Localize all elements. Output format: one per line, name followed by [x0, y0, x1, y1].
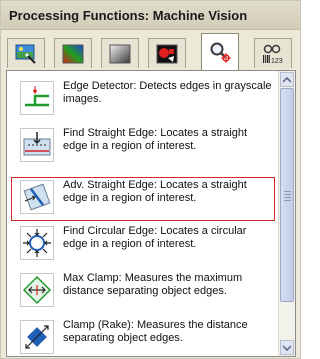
- find-circular-edge-icon: [20, 226, 54, 260]
- magnifier-measure-icon: [210, 42, 231, 63]
- max-clamp-icon: [20, 273, 54, 307]
- tab-image-processing[interactable]: [7, 38, 45, 68]
- adv-straight-edge-icon: [20, 180, 54, 214]
- tab-machine-vision[interactable]: [201, 33, 239, 70]
- scroll-grip: [284, 200, 291, 201]
- item-description: Clamp (Rake): Measures the distance sepa…: [63, 319, 248, 344]
- clamp-rake-icon: [20, 320, 54, 354]
- scroll-grip: [284, 191, 291, 192]
- scroll-down-button[interactable]: [280, 340, 294, 355]
- tab-color[interactable]: [54, 38, 92, 68]
- grayscale-gradient-icon: [109, 44, 131, 63]
- item-description: Edge Detector: Detects edges in grayscal…: [63, 80, 272, 105]
- identification-barcode-icon: 123: [263, 44, 283, 65]
- list-item-clamp-rake[interactable]: Clamp (Rake): Measures the distance sepa…: [11, 317, 275, 356]
- panel-title-bar: Processing Functions: Machine Vision: [1, 1, 300, 30]
- function-list: Edge Detector: Detects edges in grayscal…: [6, 70, 296, 357]
- item-description: Find Circular Edge: Locates a circular e…: [63, 225, 247, 250]
- tab-grayscale[interactable]: [101, 38, 139, 68]
- barcode-digits: 123: [271, 58, 283, 65]
- chevron-up-icon: [283, 76, 291, 83]
- color-gradient-icon: [62, 44, 84, 63]
- edge-detector-icon: [20, 81, 54, 115]
- chevron-down-icon: [283, 344, 291, 351]
- list-item-find-circular-edge[interactable]: Find Circular Edge: Locates a circular e…: [11, 223, 275, 267]
- item-description: Adv. Straight Edge: Locates a straight e…: [63, 179, 247, 204]
- list-item-adv-straight-edge[interactable]: Adv. Straight Edge: Locates a straight e…: [11, 177, 275, 221]
- item-description: Find Straight Edge: Locates a straight e…: [63, 127, 248, 152]
- tab-binary[interactable]: [148, 38, 186, 68]
- panel-title: Processing Functions: Machine Vision: [9, 8, 248, 23]
- image-wand-icon: [15, 44, 36, 64]
- scroll-up-button[interactable]: [280, 72, 294, 87]
- scroll-grip: [284, 197, 291, 198]
- find-straight-edge-icon: [20, 128, 54, 162]
- list-item-edge-detector[interactable]: Edge Detector: Detects edges in grayscal…: [11, 78, 275, 122]
- vertical-scrollbar[interactable]: [278, 71, 295, 356]
- function-category-tabs: 123: [1, 30, 300, 70]
- scroll-grip: [284, 194, 291, 195]
- tab-identification[interactable]: 123: [254, 38, 292, 68]
- scroll-thumb[interactable]: [280, 88, 294, 302]
- particle-analysis-icon: [156, 44, 178, 63]
- list-item-max-clamp[interactable]: Max Clamp: Measures the maximum distance…: [11, 270, 275, 314]
- item-description: Max Clamp: Measures the maximum distance…: [63, 272, 243, 297]
- processing-functions-panel: Processing Functions: Machine Vision 123…: [0, 0, 301, 359]
- list-item-find-straight-edge[interactable]: Find Straight Edge: Locates a straight e…: [11, 125, 275, 169]
